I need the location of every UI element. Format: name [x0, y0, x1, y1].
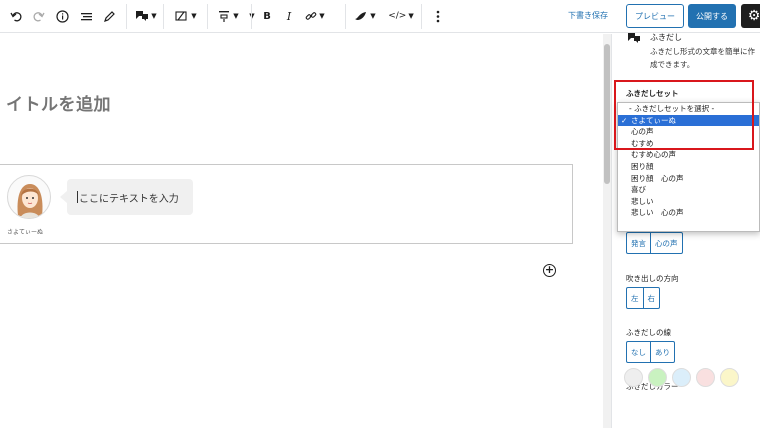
toolbar-separator [345, 4, 346, 29]
toolbar-separator [251, 4, 252, 29]
direction-button-right[interactable]: 右 [642, 288, 660, 308]
toolbar-separator [163, 4, 164, 29]
balloon-block-icon[interactable]: ▼ [134, 5, 158, 27]
plus-icon: + [544, 263, 555, 276]
editor-toolbar: ▼ ▼ ▼ ▼ B I ▼ ▼ </> ▼ 下書き保存 プレビュー 公開する ⚙ [0, 0, 760, 33]
toolbar-separator [421, 4, 422, 29]
border-button-none[interactable]: なし [627, 342, 650, 362]
align-icon[interactable]: ▼ [171, 5, 201, 27]
border-toggle: なし あり [626, 341, 675, 363]
pen-icon[interactable] [99, 5, 119, 27]
toolbar-separator [126, 4, 127, 29]
chevron-down-icon: ▼ [319, 12, 325, 20]
scrollbar-thumb[interactable] [604, 44, 610, 184]
color-swatch-blue[interactable] [672, 368, 691, 387]
code-icon[interactable]: </> ▼ [388, 5, 414, 27]
ink-icon[interactable]: ▼ [352, 5, 378, 27]
dropdown-option[interactable]: 悲しい [618, 196, 759, 208]
chevron-down-icon: ▼ [191, 12, 197, 20]
avatar-illustration [17, 184, 43, 218]
type-button-thought[interactable]: 心の声 [650, 233, 682, 253]
color-swatch-green[interactable] [648, 368, 667, 387]
bold-icon[interactable]: B [259, 5, 275, 27]
code-label: </> [388, 11, 407, 21]
save-draft-button[interactable]: 下書き保存 [568, 10, 608, 21]
balloon-text-placeholder: ここにテキストを入力 [79, 193, 179, 205]
editor-canvas: イトルを追加 さよてぃーぬ ここにテキストを入力 + [0, 34, 603, 428]
gear-icon: ⚙ [747, 8, 760, 24]
link-icon[interactable]: ▼ [302, 5, 328, 27]
direction-button-left[interactable]: 左 [627, 288, 643, 308]
italic-icon[interactable]: I [281, 5, 297, 27]
block-name: ふきだし [650, 33, 682, 42]
publish-button[interactable]: 公開する [688, 4, 736, 28]
settings-button[interactable]: ⚙ [741, 4, 760, 28]
balloon-block-icon [627, 32, 641, 47]
more-vertical-icon[interactable] [431, 5, 445, 27]
chevron-down-icon: ▼ [151, 12, 157, 20]
chevron-down-icon: ▼ [370, 12, 376, 20]
avatar [7, 175, 51, 219]
chevron-down-icon: ▼ [233, 12, 239, 20]
text-cursor [77, 191, 78, 203]
dropdown-option[interactable]: 困り顔 [618, 161, 759, 173]
border-label: ふきだしの線 [626, 328, 671, 337]
chevron-down-icon: ▼ [408, 12, 414, 20]
balloon-block[interactable]: さよてぃーぬ ここにテキストを入力 [0, 164, 573, 244]
balloon-text-input[interactable]: ここにテキストを入力 [60, 179, 193, 215]
dropdown-option[interactable]: 困り顔 心の声 [618, 173, 759, 185]
editor-scrollbar[interactable] [603, 34, 611, 428]
direction-toggle: 左 右 [626, 287, 660, 309]
color-swatches [624, 368, 739, 387]
color-swatch-red[interactable] [696, 368, 715, 387]
type-button-speech[interactable]: 発言 [627, 233, 650, 253]
block-description: ふきだし形式の文章を簡単に作成できます。 [650, 47, 755, 69]
dropdown-option[interactable]: 喜び [618, 184, 759, 196]
dropdown-option[interactable]: 悲しい 心の声 [618, 207, 759, 219]
info-icon[interactable] [52, 5, 72, 27]
direction-label: 吹き出しの方向 [626, 274, 679, 283]
redo-icon[interactable] [28, 5, 48, 27]
avatar-name: さよてぃーぬ [7, 229, 44, 236]
balloon-type-toggle: 発言 心の声 [626, 232, 683, 254]
undo-icon[interactable] [6, 5, 26, 27]
color-swatch-gray[interactable] [624, 368, 643, 387]
annotation-highlight-box [614, 80, 754, 150]
heading-icon[interactable]: ▼ [214, 5, 242, 27]
border-button-on[interactable]: あり [650, 342, 674, 362]
add-block-button[interactable]: + [543, 264, 556, 277]
toolbar-separator [207, 4, 208, 29]
color-swatch-yellow[interactable] [720, 368, 739, 387]
preview-button[interactable]: プレビュー [626, 4, 684, 28]
dropdown-option[interactable]: むすめ心の声 [618, 149, 759, 161]
list-view-icon[interactable] [76, 5, 96, 27]
post-title-input[interactable]: イトルを追加 [6, 90, 111, 115]
